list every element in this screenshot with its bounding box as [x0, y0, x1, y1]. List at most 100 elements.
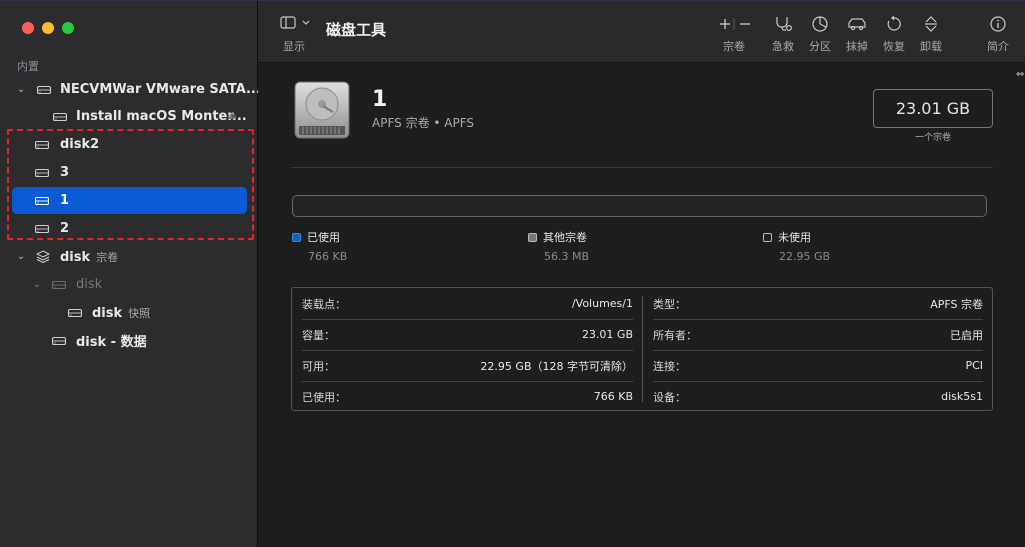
- eject-icon[interactable]: ⏏: [228, 111, 237, 122]
- sidebar-item-container-disk[interactable]: ⌄ disk 宗卷: [12, 243, 247, 270]
- info-value: disk5s1: [941, 390, 983, 403]
- erase-label: 抹掉: [846, 40, 868, 53]
- hard-drive-image-icon: [294, 81, 350, 139]
- app-title: 磁盘工具: [326, 21, 387, 39]
- sidebar-section-internal: 内置: [17, 60, 39, 73]
- sidebar-item-data-volume[interactable]: disk - 数据: [12, 327, 247, 354]
- sidebar-item-2[interactable]: 2: [12, 215, 247, 242]
- partition-button[interactable]: 分区: [802, 15, 838, 54]
- resize-cursor-icon: ⇔: [1016, 69, 1025, 80]
- sidebar-item-label: disk 快照: [92, 305, 150, 321]
- unmount-icon: [925, 16, 937, 32]
- sidebar-item-disk2[interactable]: disk2: [12, 131, 247, 158]
- sidebar-item-label: disk: [76, 277, 103, 292]
- legend-used-label: 已使用: [307, 231, 340, 244]
- partition-label: 分区: [809, 40, 831, 53]
- hard-disk-icon: [35, 224, 49, 233]
- info-row-mount-point: 装载点： /Volumes/1: [302, 288, 633, 319]
- info-key: 连接：: [653, 359, 686, 373]
- sidebar-item-label: 1: [60, 193, 70, 208]
- zoom-window-button[interactable]: [62, 22, 74, 34]
- chevron-down-icon[interactable]: ⌄: [32, 279, 42, 290]
- chevron-down-icon[interactable]: ⌄: [16, 84, 26, 95]
- car-eraser-icon: [848, 18, 866, 31]
- chevron-down-icon[interactable]: ⌄: [16, 251, 26, 262]
- other-swatch: [528, 233, 537, 242]
- legend-used: 已使用 766 KB: [292, 229, 347, 263]
- sidebar-item-1-selected[interactable]: 1: [12, 187, 247, 214]
- legend-used-value: 766 KB: [308, 250, 348, 263]
- hard-disk-icon: [52, 280, 66, 289]
- unmount-button[interactable]: 卸载: [913, 15, 949, 54]
- info-row-capacity: 容量： 23.01 GB: [302, 319, 633, 350]
- sidebar: 内置 ⌄ NECVMWar VMware SATA... Install mac…: [0, 1, 261, 547]
- hard-disk-icon: [35, 196, 49, 205]
- first-aid-button[interactable]: 急救: [765, 15, 801, 54]
- volume-label: 宗卷: [723, 40, 745, 53]
- stack-layers-icon: [36, 250, 50, 263]
- sidebar-item-label-main: disk: [92, 305, 123, 321]
- info-value: 22.95 GB（128 字节可清除）: [480, 359, 633, 373]
- hard-disk-icon: [68, 308, 82, 317]
- storage-usage-bar: [292, 195, 987, 217]
- plus-minus-icon[interactable]: [714, 15, 754, 33]
- disk-utility-window: 内置 ⌄ NECVMWar VMware SATA... Install mac…: [0, 0, 1025, 547]
- sidebar-item-disk-dimmed[interactable]: ⌄ disk: [12, 271, 247, 298]
- sidebar-item-snapshot-disk[interactable]: disk 快照: [12, 299, 247, 326]
- erase-button[interactable]: 抹掉: [839, 15, 875, 54]
- divider: [291, 167, 993, 168]
- info-row-connection: 连接： PCI: [653, 350, 983, 381]
- window-controls: [22, 22, 74, 34]
- free-swatch: [763, 233, 772, 242]
- sidebar-item-install-volume[interactable]: Install macOS Monter... ⏏: [12, 103, 247, 130]
- hard-disk-icon: [35, 168, 49, 177]
- close-window-button[interactable]: [22, 22, 34, 34]
- volume-name: 1: [372, 87, 388, 112]
- sidebar-item-sublabel: 快照: [128, 306, 151, 320]
- legend-free-label: 未使用: [778, 231, 811, 244]
- unmount-label: 卸载: [920, 40, 942, 53]
- sidebar-item-label: disk 宗卷: [60, 249, 118, 265]
- sidebar-item-physical-disk[interactable]: ⌄ NECVMWar VMware SATA...: [12, 76, 261, 103]
- info-row-used: 已使用： 766 KB: [302, 381, 633, 412]
- sidebar-item-label: 3: [60, 165, 70, 180]
- legend-other-volumes: 其他宗卷 56.3 MB: [528, 229, 589, 263]
- toolbar: 显示 磁盘工具 宗卷 急救 分区 抹掉 恢复 卸载 简介: [258, 1, 1025, 63]
- info-row-device: 设备： disk5s1: [653, 381, 983, 412]
- restore-label: 恢复: [883, 40, 905, 53]
- legend-other-label: 其他宗卷: [543, 231, 587, 244]
- volume-detail-pane: 1 APFS 宗卷 • APFS 23.01 GB 一个宗卷 已使用 766 K…: [258, 63, 1025, 547]
- info-button[interactable]: 简介: [980, 15, 1016, 54]
- info-key: 所有者：: [653, 328, 697, 342]
- sidebar-item-3[interactable]: 3: [12, 159, 247, 186]
- info-key: 容量：: [302, 328, 335, 342]
- sidebar-item-label: 2: [60, 221, 70, 236]
- view-menu-button[interactable]: [280, 15, 314, 33]
- restore-button[interactable]: 恢复: [876, 15, 912, 54]
- info-value: APFS 宗卷: [930, 297, 983, 311]
- sidebar-item-label: disk2: [60, 137, 100, 152]
- hard-disk-icon: [35, 140, 49, 149]
- pie-chart-icon: [812, 16, 828, 32]
- volume-add-remove-group: 宗卷: [714, 15, 754, 54]
- sidebar-item-label: Install macOS Monter...: [76, 109, 247, 124]
- info-value: /Volumes/1: [571, 297, 633, 310]
- info-row-type: 类型： APFS 宗卷: [653, 288, 983, 319]
- info-key: 装载点：: [302, 297, 346, 311]
- info-key: 类型：: [653, 297, 686, 311]
- info-icon: [990, 16, 1006, 32]
- info-key: 可用：: [302, 359, 335, 373]
- first-aid-label: 急救: [772, 40, 794, 53]
- stethoscope-icon: [776, 17, 793, 32]
- sidebar-item-label: disk - 数据: [76, 335, 147, 350]
- volume-size: 23.01 GB: [873, 89, 993, 128]
- info-label: 简介: [987, 40, 1009, 53]
- info-key: 设备：: [653, 390, 686, 404]
- view-label: 显示: [283, 40, 305, 53]
- info-value: 23.01 GB: [581, 328, 633, 341]
- info-row-available: 可用： 22.95 GB（128 字节可清除）: [302, 350, 633, 381]
- sidebar-toggle-icon: [280, 16, 310, 29]
- sidebar-item-label-main: disk: [60, 249, 91, 265]
- minimize-window-button[interactable]: [42, 22, 54, 34]
- sidebar-item-sublabel: 宗卷: [96, 250, 119, 264]
